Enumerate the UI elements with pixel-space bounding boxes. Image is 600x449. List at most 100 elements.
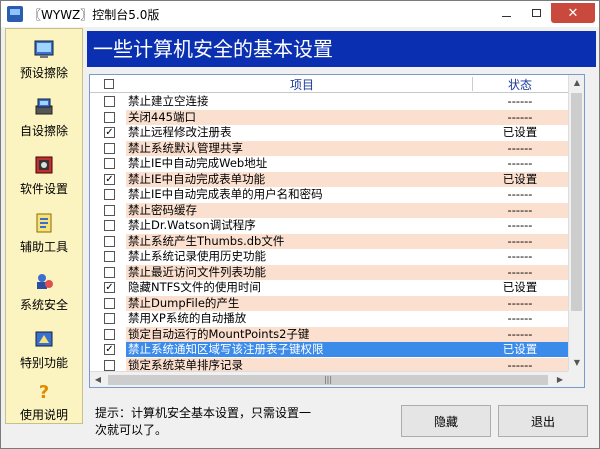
- table-row[interactable]: 禁止最近访问文件列表功能 ------: [90, 264, 568, 281]
- minimize-button[interactable]: [491, 3, 521, 23]
- row-label: 隐藏NTFS文件的使用时间: [128, 280, 261, 294]
- row-state: 已设置: [472, 342, 568, 357]
- row-label: 禁止DumpFile的产生: [126, 295, 472, 311]
- row-state: 已设置: [502, 125, 538, 139]
- row-checkbox[interactable]: [104, 189, 115, 200]
- row-label: 禁止系统通知区域写该注册表子键权限: [126, 342, 472, 357]
- table-row[interactable]: ✓ 隐藏NTFS文件的使用时间 已设置: [90, 280, 568, 296]
- sidebar-item-tools[interactable]: 辅助工具: [6, 205, 82, 255]
- sidebar-item-software-settings[interactable]: 软件设置: [6, 147, 82, 197]
- row-checkbox[interactable]: [104, 251, 115, 262]
- hint-text: 提示：计算机安全基本设置，只需设置一次就可以了。: [95, 406, 312, 437]
- row-checkbox[interactable]: [104, 204, 115, 216]
- system-security-icon: [37, 274, 53, 289]
- row-label: 锁定自动运行的MountPoints2子键: [126, 326, 472, 342]
- sidebar-item-label: 特别功能: [19, 356, 68, 370]
- row-checkbox[interactable]: ✓: [104, 127, 115, 138]
- sidebar-item-custom-erase[interactable]: 自设擦除: [6, 89, 82, 139]
- column-header-item[interactable]: 项目: [290, 76, 314, 93]
- row-checkbox[interactable]: [104, 235, 115, 247]
- settings-list: 项目 状态 禁止建立空连接 ------ 关闭445端口 ------ ✓ 禁止远程修改注…: [89, 74, 585, 388]
- sidebar-item-special-features[interactable]: 特别功能: [6, 321, 82, 371]
- special-features-icon: [35, 331, 53, 347]
- table-row[interactable]: ✓ 禁止系统通知区域写该注册表子键权限 已设置: [90, 342, 568, 358]
- sidebar-item-label: 辅助工具: [19, 240, 68, 254]
- row-label: 禁止IE中自动完成Web地址: [128, 156, 268, 170]
- row-state: ------: [472, 109, 568, 125]
- tools-icon: [36, 213, 52, 233]
- hide-button[interactable]: 隐藏: [401, 405, 491, 437]
- row-label: 禁止建立空连接: [128, 94, 209, 108]
- table-row[interactable]: 禁止Dr.Watson调试程序 ------: [90, 218, 568, 234]
- row-checkbox[interactable]: [104, 313, 115, 324]
- row-checkbox[interactable]: ✓: [104, 173, 115, 185]
- row-state: ------: [472, 233, 568, 249]
- row-checkbox[interactable]: ✓: [104, 344, 115, 355]
- scroll-up-icon[interactable]: ▲: [569, 75, 585, 91]
- table-row[interactable]: ✓ 禁止IE中自动完成表单功能 已设置: [90, 171, 568, 188]
- scroll-right-icon[interactable]: ▶: [552, 372, 568, 388]
- maximize-button[interactable]: [521, 3, 551, 23]
- row-label: 禁止最近访问文件列表功能: [126, 264, 472, 280]
- row-checkbox[interactable]: [104, 96, 115, 107]
- column-divider[interactable]: [472, 77, 473, 91]
- minimize-icon: [501, 15, 511, 17]
- sidebar-item-system-security[interactable]: 系统安全: [6, 263, 82, 313]
- row-state: ------: [507, 156, 533, 170]
- row-state: ------: [472, 326, 568, 342]
- row-label: 禁止系统产生Thumbs.db文件: [126, 233, 472, 249]
- row-state: ------: [507, 311, 533, 325]
- vertical-scroll-thumb[interactable]: [571, 93, 582, 311]
- row-checkbox[interactable]: [104, 297, 115, 309]
- scroll-left-icon[interactable]: ◀: [90, 372, 106, 388]
- app-window: 〖WYWZ〗控制台5.0版 ✕ 预设擦除 自设擦除 软件设置 辅助工具 系统安全…: [0, 0, 600, 449]
- horizontal-scroll-thumb[interactable]: |||: [108, 375, 548, 385]
- row-checkbox[interactable]: [104, 328, 115, 340]
- window-controls: ✕: [491, 1, 599, 23]
- table-row[interactable]: 禁止IE中自动完成Web地址 ------: [90, 156, 568, 172]
- sidebar-item-label: 自设擦除: [19, 124, 68, 138]
- table-row[interactable]: 禁止IE中自动完成表单的用户名和密码 ------: [90, 187, 568, 203]
- row-label: 禁止IE中自动完成表单的用户名和密码: [128, 187, 323, 201]
- select-all-checkbox[interactable]: [104, 79, 114, 89]
- exit-button[interactable]: 退出: [498, 405, 588, 437]
- table-row[interactable]: ✓ 禁止远程修改注册表 已设置: [90, 125, 568, 141]
- sidebar-item-help[interactable]: ? 使用说明: [6, 373, 82, 423]
- vertical-scrollbar[interactable]: ▲ ▼: [568, 75, 584, 371]
- close-button[interactable]: ✕: [551, 3, 595, 23]
- row-checkbox[interactable]: [104, 266, 115, 278]
- row-state: 已设置: [472, 171, 568, 187]
- table-row[interactable]: 禁止系统产生Thumbs.db文件 ------: [90, 233, 568, 250]
- row-label: 禁止密码缓存: [126, 202, 472, 218]
- column-header-state[interactable]: 状态: [508, 76, 532, 93]
- row-checkbox[interactable]: [104, 158, 115, 169]
- list-rows: 禁止建立空连接 ------ 关闭445端口 ------ ✓ 禁止远程修改注册表 已设置禁…: [90, 94, 568, 374]
- row-checkbox[interactable]: ✓: [104, 282, 115, 293]
- table-row[interactable]: 禁止系统默认管理共享 ------: [90, 140, 568, 157]
- sidebar-item-label: 预设擦除: [19, 66, 68, 80]
- table-row[interactable]: 禁止DumpFile的产生 ------: [90, 295, 568, 312]
- row-state: ------: [507, 187, 533, 201]
- scroll-down-icon[interactable]: ▼: [569, 355, 585, 371]
- horizontal-scrollbar[interactable]: ◀ ||| ▶: [90, 371, 568, 387]
- list-header: 项目 状态: [90, 75, 568, 93]
- row-label: 禁用XP系统的自动播放: [128, 311, 247, 325]
- row-checkbox[interactable]: [104, 220, 115, 231]
- row-state: ------: [472, 140, 568, 156]
- table-row[interactable]: 禁止系统记录使用历史功能 ------: [90, 249, 568, 265]
- row-checkbox[interactable]: [104, 142, 115, 154]
- window-title: 〖WYWZ〗控制台5.0版: [29, 7, 160, 22]
- table-row[interactable]: 禁止密码缓存 ------: [90, 202, 568, 219]
- row-checkbox[interactable]: [104, 359, 115, 371]
- row-label: 禁止IE中自动完成表单功能: [126, 171, 472, 187]
- row-label: 关闭445端口: [126, 109, 472, 125]
- row-checkbox[interactable]: [104, 111, 115, 123]
- page-title: 一些计算机安全的基本设置: [87, 31, 596, 67]
- sidebar-item-preset-erase[interactable]: 预设擦除: [6, 31, 82, 81]
- table-row[interactable]: 锁定自动运行的MountPoints2子键 ------: [90, 326, 568, 343]
- table-row[interactable]: 禁止建立空连接 ------: [90, 94, 568, 110]
- help-icon: ?: [39, 382, 49, 402]
- sidebar-item-label: 使用说明: [19, 408, 68, 422]
- table-row[interactable]: 关闭445端口 ------: [90, 109, 568, 126]
- table-row[interactable]: 禁用XP系统的自动播放 ------: [90, 311, 568, 327]
